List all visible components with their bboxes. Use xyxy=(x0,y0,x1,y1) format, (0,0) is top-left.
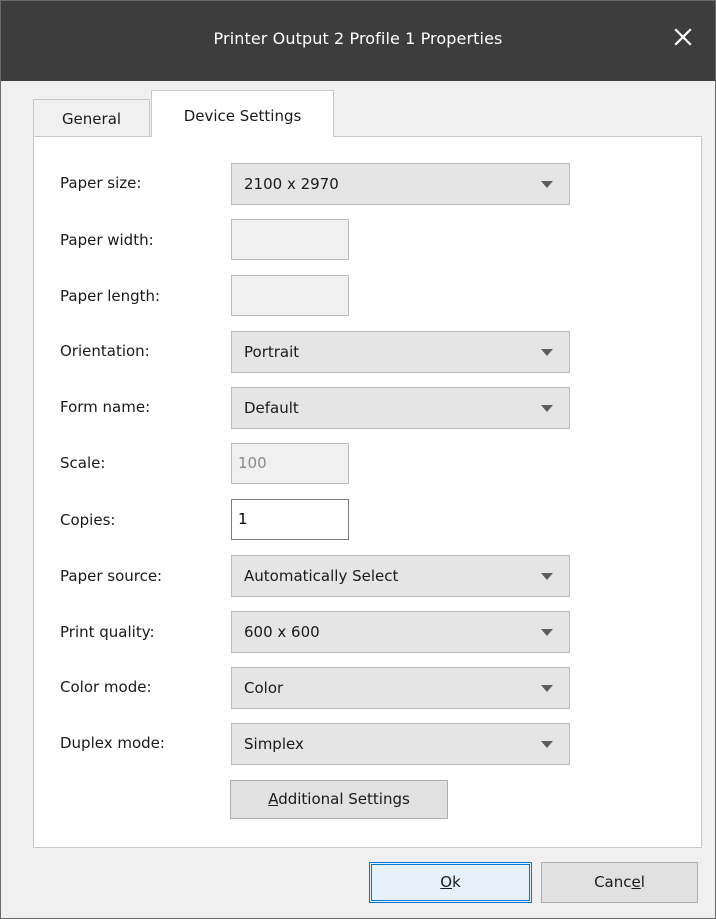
paper-size-dropdown[interactable]: 2100 x 2970 xyxy=(231,163,570,205)
additional-settings-mnemonic: A xyxy=(268,790,279,808)
ok-button[interactable]: Ok xyxy=(369,862,532,903)
cancel-label-end: l xyxy=(640,873,645,891)
print-quality-dropdown[interactable]: 600 x 600 xyxy=(231,611,570,653)
orientation-label: Orientation: xyxy=(60,342,150,360)
tab-device-settings[interactable]: Device Settings xyxy=(151,90,334,137)
paper-size-label: Paper size: xyxy=(60,174,142,192)
chevron-down-icon xyxy=(541,405,553,412)
paper-source-value: Automatically Select xyxy=(244,567,399,585)
cancel-label-start: Canc xyxy=(594,873,632,891)
close-button[interactable] xyxy=(671,25,695,49)
scale-label: Scale: xyxy=(60,454,106,472)
color-mode-dropdown[interactable]: Color xyxy=(231,667,570,709)
paper-size-value: 2100 x 2970 xyxy=(244,175,339,193)
tab-general-label: General xyxy=(61,110,122,128)
copies-label: Copies: xyxy=(60,511,116,529)
window-title: Printer Output 2 Profile 1 Properties xyxy=(213,29,503,48)
paper-source-dropdown[interactable]: Automatically Select xyxy=(231,555,570,597)
chevron-down-icon xyxy=(541,629,553,636)
color-mode-label: Color mode: xyxy=(60,678,152,696)
cancel-mnemonic: e xyxy=(631,873,641,891)
duplex-mode-value: Simplex xyxy=(244,735,304,753)
additional-settings-label: dditional Settings xyxy=(278,790,410,808)
title-bar[interactable]: Printer Output 2 Profile 1 Properties xyxy=(1,1,715,81)
chevron-down-icon xyxy=(541,573,553,580)
paper-length-label: Paper length: xyxy=(60,287,161,305)
paper-length-input[interactable] xyxy=(231,275,349,316)
duplex-mode-label: Duplex mode: xyxy=(60,734,165,752)
chevron-down-icon xyxy=(541,349,553,356)
ok-mnemonic: O xyxy=(440,873,453,891)
form-name-dropdown[interactable]: Default xyxy=(231,387,570,429)
scale-input[interactable]: 100 xyxy=(231,443,349,484)
print-quality-label: Print quality: xyxy=(60,623,155,641)
cancel-button[interactable]: Cancel xyxy=(541,862,698,903)
paper-width-input[interactable] xyxy=(231,219,349,260)
color-mode-value: Color xyxy=(244,679,284,697)
copies-input[interactable]: 1 xyxy=(231,499,349,540)
print-quality-value: 600 x 600 xyxy=(244,623,320,641)
additional-settings-button[interactable]: Additional Settings xyxy=(230,780,448,819)
orientation-value: Portrait xyxy=(244,343,300,361)
orientation-dropdown[interactable]: Portrait xyxy=(231,331,570,373)
close-icon xyxy=(674,28,692,46)
form-name-label: Form name: xyxy=(60,398,151,416)
tab-general[interactable]: General xyxy=(33,99,150,136)
ok-label: k xyxy=(452,873,461,891)
form-name-value: Default xyxy=(244,399,299,417)
duplex-mode-dropdown[interactable]: Simplex xyxy=(231,723,570,765)
properties-dialog: Printer Output 2 Profile 1 Properties Ge… xyxy=(0,0,716,919)
chevron-down-icon xyxy=(541,181,553,188)
tab-device-settings-label: Device Settings xyxy=(183,107,302,125)
paper-source-label: Paper source: xyxy=(60,567,163,585)
chevron-down-icon xyxy=(541,741,553,748)
paper-width-label: Paper width: xyxy=(60,231,154,249)
chevron-down-icon xyxy=(541,685,553,692)
